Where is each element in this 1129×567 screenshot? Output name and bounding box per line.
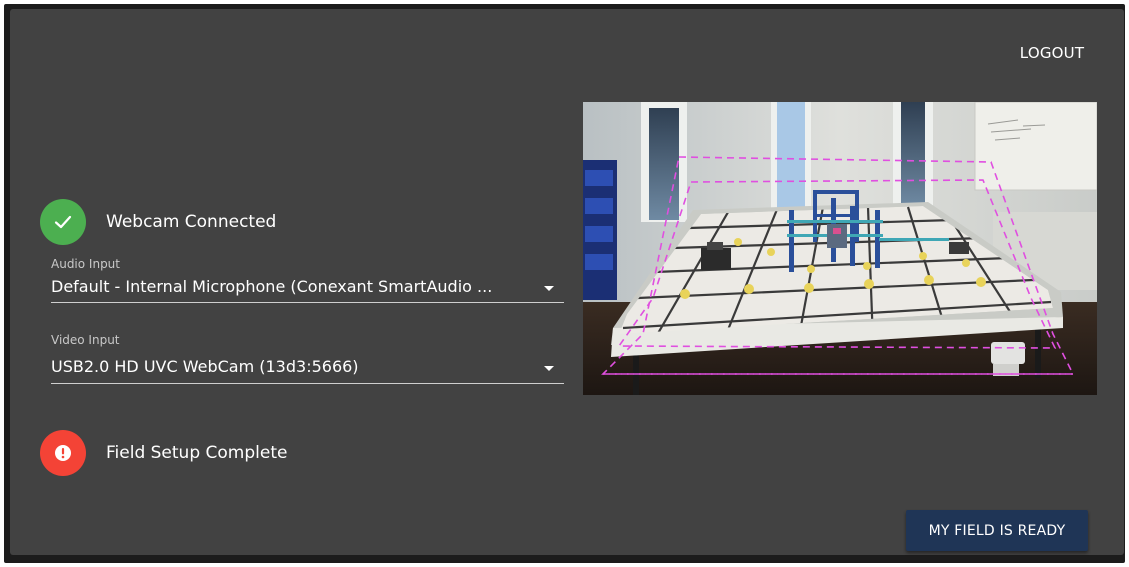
my-field-is-ready-button[interactable]: MY FIELD IS READY [906,510,1088,551]
video-input-label: Video Input [51,333,120,347]
audio-input-select[interactable]: Default - Internal Microphone (Conexant … [51,272,564,303]
audio-input-label: Audio Input [51,257,120,271]
audio-input-field: Audio Input Default - Internal Microphon… [51,256,564,303]
video-input-field: Video Input USB2.0 HD UVC WebCam (13d3:5… [51,332,564,384]
field-setup-status-label: Field Setup Complete [106,443,288,463]
chevron-down-icon [544,366,554,371]
video-input-select[interactable]: USB2.0 HD UVC WebCam (13d3:5666) [51,348,564,384]
webcam-preview [583,102,1097,395]
field-setup-status: Field Setup Complete [40,429,287,477]
logout-button[interactable]: LOGOUT [1004,42,1100,64]
webcam-status-label: Webcam Connected [106,212,277,232]
webcam-status: Webcam Connected [40,198,276,246]
exclamation-icon [40,430,86,476]
chevron-down-icon [544,286,554,291]
webcam-preview-image [583,102,1097,395]
check-icon [40,199,86,245]
audio-input-value: Default - Internal Microphone (Conexant … [51,277,493,296]
video-input-value: USB2.0 HD UVC WebCam (13d3:5666) [51,357,359,376]
